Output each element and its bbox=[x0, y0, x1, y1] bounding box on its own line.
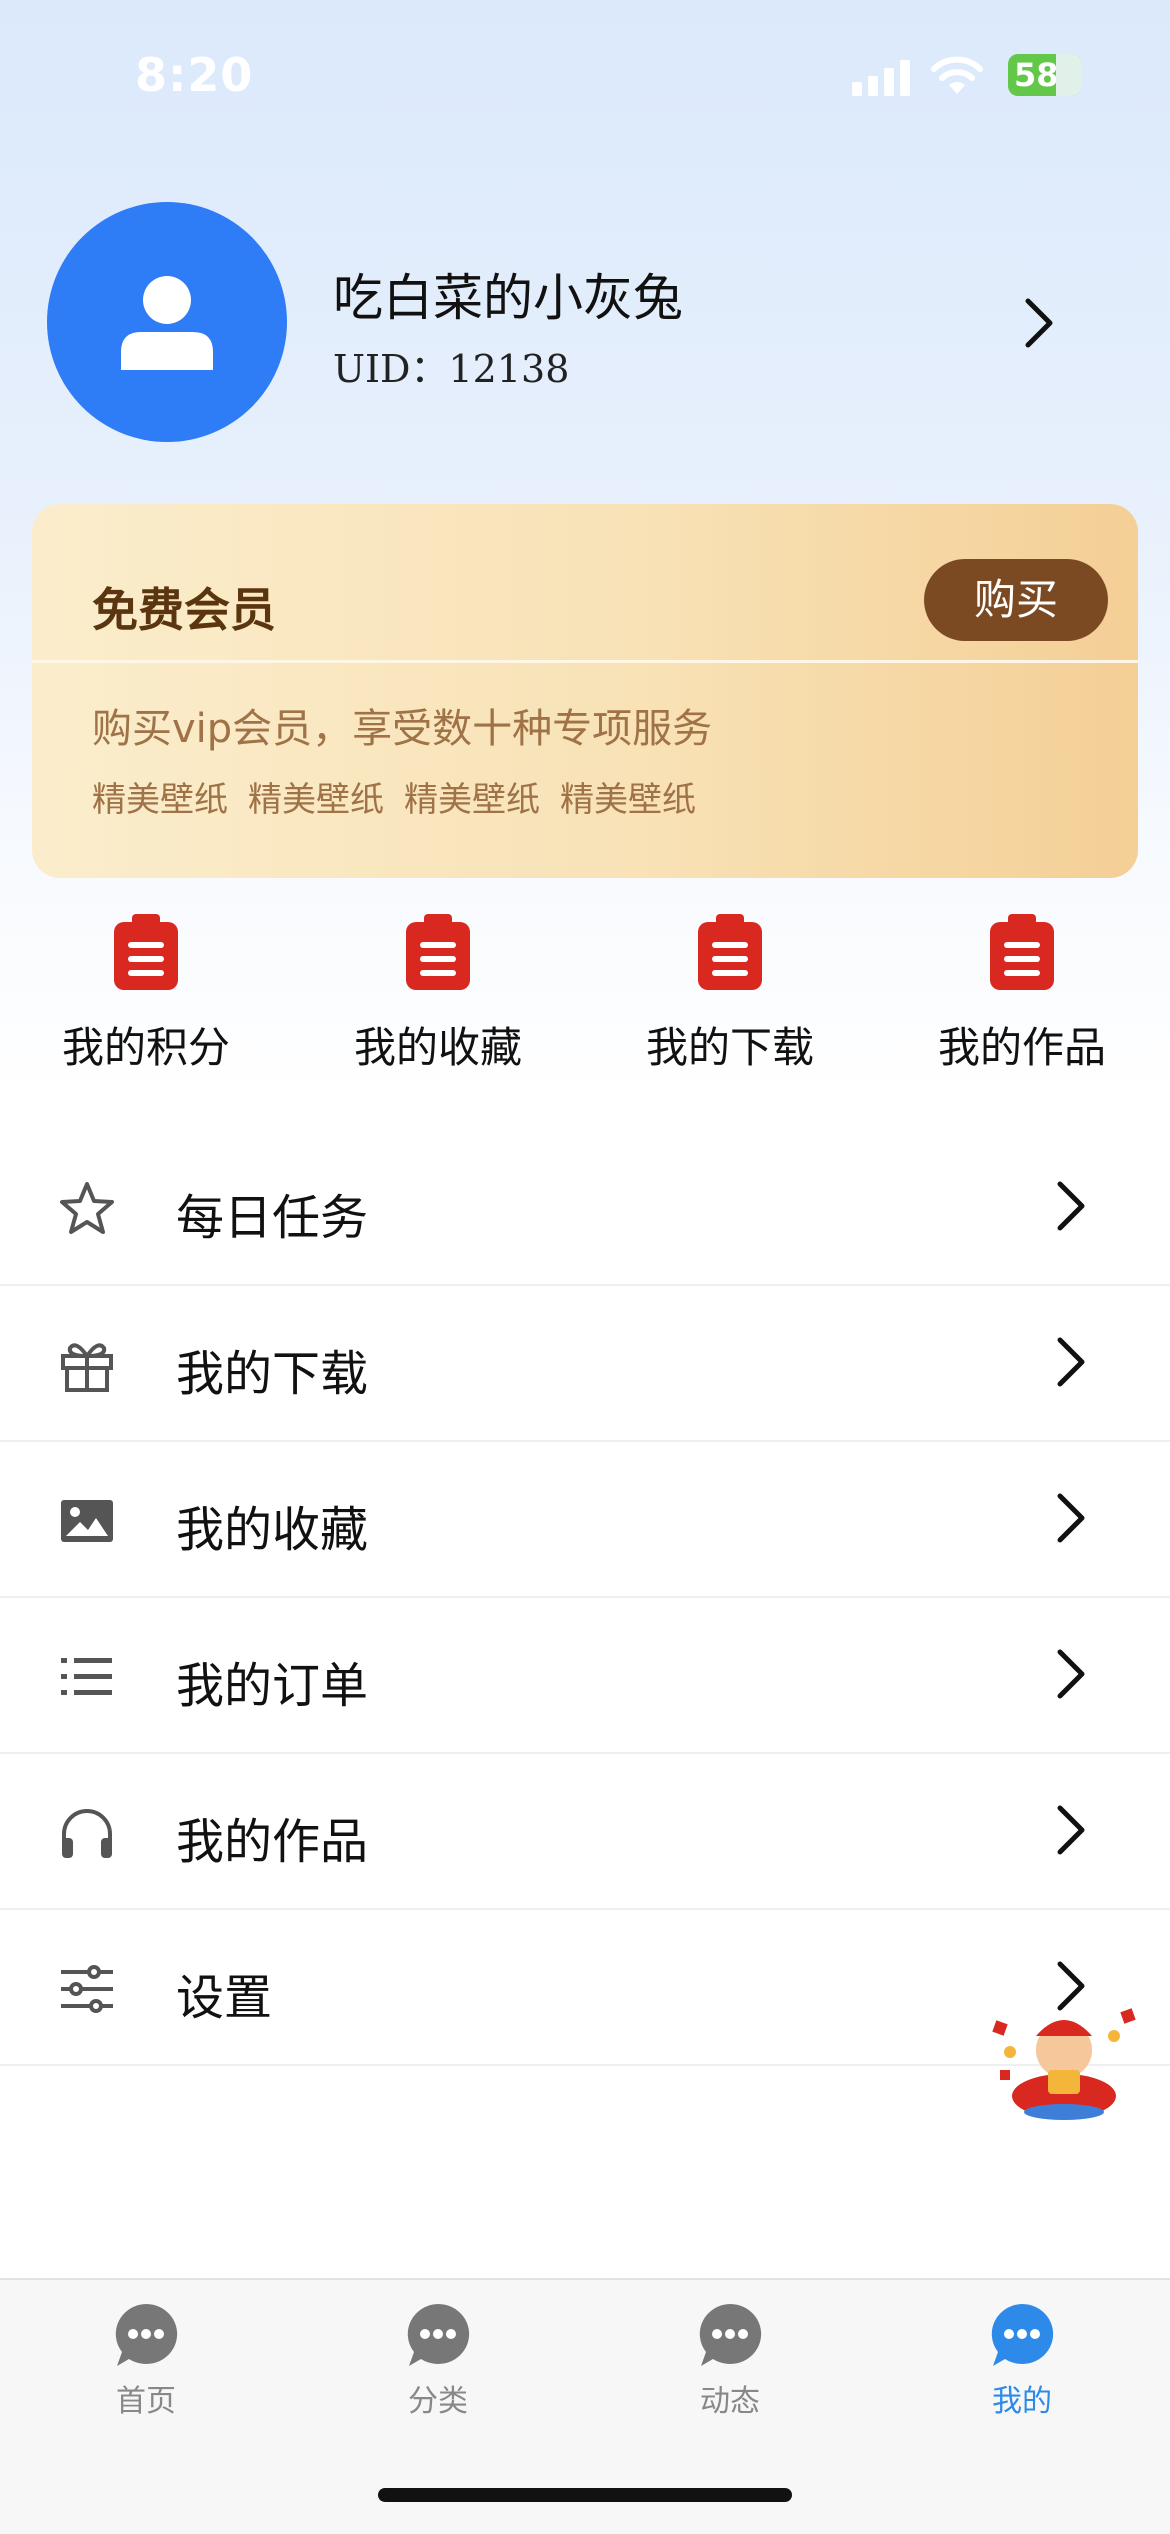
vip-tag: 精美壁纸 bbox=[92, 780, 228, 820]
menu-item-label: 我的订单 bbox=[176, 1658, 369, 1714]
home-indicator[interactable] bbox=[378, 2488, 792, 2502]
star-icon bbox=[60, 1182, 114, 1234]
chat-bubble-icon bbox=[991, 2303, 1054, 2366]
gift-icon bbox=[61, 1343, 113, 1392]
avatar[interactable] bbox=[47, 202, 287, 442]
tab-feed[interactable]: 动态 bbox=[584, 2302, 876, 2420]
clipboard-icon bbox=[114, 914, 178, 990]
status-bar: 8:20 58 bbox=[0, 0, 1170, 150]
vip-title: 免费会员 bbox=[92, 583, 276, 637]
quick-action-label: 我的下载 bbox=[645, 1023, 814, 1072]
menu-item-orders[interactable]: 我的订单 bbox=[0, 1598, 1170, 1754]
vip-tags: 精美壁纸 精美壁纸 精美壁纸 精美壁纸 bbox=[92, 772, 696, 821]
tab-home[interactable]: 首页 bbox=[0, 2302, 292, 2420]
tab-label: 首页 bbox=[116, 2384, 176, 2419]
vip-tag: 精美壁纸 bbox=[404, 780, 540, 820]
quick-action-label: 我的作品 bbox=[937, 1023, 1106, 1072]
battery-icon: 58 bbox=[1008, 54, 1082, 96]
menu-item-works[interactable]: 我的作品 bbox=[0, 1754, 1170, 1910]
vip-tag: 精美壁纸 bbox=[560, 780, 696, 820]
chat-bubble-icon bbox=[699, 2303, 762, 2366]
vip-divider bbox=[32, 660, 1138, 663]
user-id: UID：12138 bbox=[333, 347, 570, 391]
menu-item-downloads[interactable]: 我的下载 bbox=[0, 1286, 1170, 1442]
chevron-right-icon bbox=[1057, 1181, 1085, 1231]
quick-actions: 我的积分 我的收藏 我的下载 我的作品 bbox=[0, 912, 1170, 1092]
menu-item-favorites[interactable]: 我的收藏 bbox=[0, 1442, 1170, 1598]
menu-item-label: 我的下载 bbox=[176, 1346, 369, 1402]
tab-category[interactable]: 分类 bbox=[292, 2302, 584, 2420]
quick-action-favorites[interactable]: 我的收藏 bbox=[292, 912, 584, 1075]
tab-label: 分类 bbox=[408, 2384, 468, 2419]
clipboard-icon bbox=[990, 914, 1054, 990]
image-icon bbox=[61, 1500, 113, 1542]
quick-action-downloads[interactable]: 我的下载 bbox=[584, 912, 876, 1075]
chevron-right-icon bbox=[1057, 1805, 1085, 1855]
vip-tag: 精美壁纸 bbox=[248, 780, 384, 820]
clipboard-icon bbox=[406, 914, 470, 990]
quick-action-points[interactable]: 我的积分 bbox=[0, 912, 292, 1075]
menu-item-label: 每日任务 bbox=[176, 1190, 369, 1246]
username[interactable]: 吃白菜的小灰兔 bbox=[333, 258, 683, 330]
quick-action-label: 我的收藏 bbox=[353, 1023, 522, 1072]
menu-item-label: 设置 bbox=[176, 1970, 273, 2026]
chat-bubble-icon bbox=[115, 2303, 178, 2366]
menu-item-daily-tasks[interactable]: 每日任务 bbox=[0, 1130, 1170, 1286]
tab-label: 我的 bbox=[992, 2384, 1052, 2419]
tab-mine[interactable]: 我的 bbox=[876, 2302, 1168, 2420]
quick-action-works[interactable]: 我的作品 bbox=[876, 912, 1168, 1075]
chat-bubble-icon bbox=[407, 2303, 470, 2366]
quick-action-label: 我的积分 bbox=[61, 1023, 230, 1072]
battery-level: 58 bbox=[1014, 56, 1059, 94]
cellular-signal-icon bbox=[852, 56, 914, 96]
menu-item-label: 我的收藏 bbox=[176, 1502, 369, 1558]
vip-membership-card: 免费会员 购买 购买vip会员，享受数十种专项服务 精美壁纸 精美壁纸 精美壁纸… bbox=[32, 504, 1138, 878]
sliders-icon bbox=[61, 1965, 113, 2013]
buy-button[interactable]: 购买 bbox=[924, 559, 1108, 641]
chevron-right-icon bbox=[1057, 1337, 1085, 1387]
tab-label: 动态 bbox=[700, 2384, 760, 2419]
user-icon bbox=[121, 276, 213, 370]
clipboard-icon bbox=[698, 914, 762, 990]
list-icon bbox=[61, 1658, 112, 1695]
chevron-right-icon bbox=[1057, 1493, 1085, 1543]
vip-description: 购买vip会员，享受数十种专项服务 bbox=[92, 706, 713, 752]
menu-item-label: 我的作品 bbox=[176, 1814, 369, 1870]
profile-chevron-right-icon[interactable] bbox=[1018, 295, 1058, 351]
lottery-mascot-icon[interactable] bbox=[990, 2000, 1138, 2120]
wifi-icon bbox=[931, 56, 983, 94]
status-time: 8:20 bbox=[135, 48, 254, 102]
headphones-icon bbox=[62, 1809, 112, 1858]
chevron-right-icon bbox=[1057, 1649, 1085, 1699]
menu-list: 每日任务 我的下载 我的收藏 我的订单 我的作品 设置 bbox=[0, 1130, 1170, 2066]
